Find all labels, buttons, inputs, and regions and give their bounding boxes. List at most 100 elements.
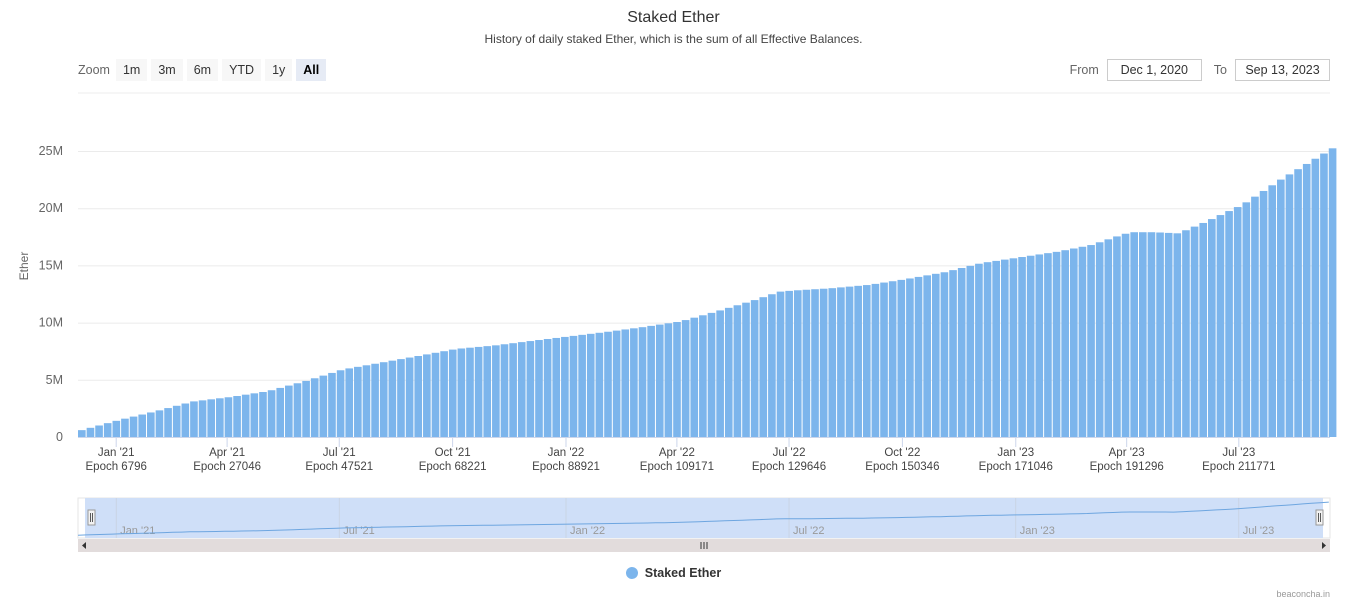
bar[interactable] <box>845 286 854 437</box>
bar[interactable] <box>1311 158 1320 438</box>
bar[interactable] <box>1156 232 1164 437</box>
bar[interactable] <box>526 341 535 437</box>
bar[interactable] <box>871 283 880 437</box>
bar[interactable] <box>837 287 845 437</box>
bar[interactable] <box>1190 226 1199 437</box>
bar[interactable] <box>1320 153 1328 437</box>
bar[interactable] <box>690 317 699 437</box>
bar[interactable] <box>354 366 362 437</box>
bar[interactable] <box>250 393 259 437</box>
bar[interactable] <box>1182 230 1190 437</box>
bar[interactable] <box>733 305 742 437</box>
bar[interactable] <box>492 345 500 437</box>
bar[interactable] <box>828 288 837 437</box>
bar[interactable] <box>431 352 440 437</box>
bar[interactable] <box>259 392 267 437</box>
bar[interactable] <box>276 387 285 437</box>
bar[interactable] <box>233 396 241 437</box>
bar[interactable] <box>397 359 405 437</box>
bar[interactable] <box>1259 190 1268 437</box>
bar[interactable] <box>362 365 371 437</box>
bar[interactable] <box>147 412 155 437</box>
bar[interactable] <box>457 348 466 437</box>
bar[interactable] <box>103 423 112 437</box>
bar[interactable] <box>793 290 802 437</box>
bar[interactable] <box>78 430 86 437</box>
bar[interactable] <box>569 335 578 437</box>
bar[interactable] <box>1052 251 1061 437</box>
bar[interactable] <box>1328 148 1337 437</box>
bar[interactable] <box>854 285 862 437</box>
bar[interactable] <box>612 330 621 437</box>
bar[interactable] <box>112 420 121 437</box>
bar[interactable] <box>241 394 250 437</box>
legend-item[interactable]: Staked Ether <box>0 566 1347 580</box>
bar[interactable] <box>535 340 543 437</box>
bar[interactable] <box>811 289 819 437</box>
bar[interactable] <box>1104 239 1113 437</box>
bar[interactable] <box>931 273 940 437</box>
bar[interactable] <box>95 425 103 437</box>
bar[interactable] <box>155 410 164 437</box>
bar[interactable] <box>742 302 750 437</box>
bar[interactable] <box>500 344 509 437</box>
bar[interactable] <box>949 270 957 437</box>
bar[interactable] <box>336 370 345 437</box>
bar[interactable] <box>1000 259 1009 437</box>
bar[interactable] <box>1173 233 1182 437</box>
bar[interactable] <box>1294 169 1302 438</box>
bar[interactable] <box>405 357 414 437</box>
bar[interactable] <box>906 278 914 437</box>
bar[interactable] <box>897 279 906 437</box>
bar[interactable] <box>1216 215 1225 437</box>
bar[interactable] <box>1044 253 1052 437</box>
bar[interactable] <box>224 397 233 437</box>
bar[interactable] <box>1018 257 1026 437</box>
bar[interactable] <box>388 360 397 437</box>
bar[interactable] <box>655 324 664 437</box>
navigator-selection[interactable] <box>85 498 1323 538</box>
bar[interactable] <box>1277 179 1285 437</box>
bar[interactable] <box>1199 222 1208 437</box>
bar[interactable] <box>940 272 949 437</box>
bar[interactable] <box>1251 196 1259 437</box>
bar[interactable] <box>207 399 216 437</box>
bar[interactable] <box>267 390 276 437</box>
bar[interactable] <box>216 398 224 437</box>
bar[interactable] <box>509 343 517 437</box>
bar[interactable] <box>517 342 526 437</box>
bar[interactable] <box>776 291 785 437</box>
bar[interactable] <box>474 346 483 437</box>
bar[interactable] <box>1233 207 1242 437</box>
bar[interactable] <box>1061 250 1069 437</box>
bar[interactable] <box>1208 219 1216 437</box>
bar[interactable] <box>975 263 983 437</box>
navigator-left-handle[interactable] <box>87 509 96 526</box>
bar[interactable] <box>181 403 190 438</box>
bar[interactable] <box>1087 245 1095 437</box>
bar[interactable] <box>440 351 448 437</box>
bar[interactable] <box>992 260 1000 437</box>
bar[interactable] <box>1285 174 1294 437</box>
bar[interactable] <box>673 322 681 437</box>
bar[interactable] <box>1302 163 1311 437</box>
bar[interactable] <box>1139 232 1147 437</box>
bar[interactable] <box>1242 202 1251 437</box>
bar[interactable] <box>1113 236 1121 437</box>
bar[interactable] <box>1078 246 1087 437</box>
bar[interactable] <box>293 383 302 437</box>
bar[interactable] <box>310 378 319 437</box>
bar[interactable] <box>371 363 379 437</box>
bar[interactable] <box>328 372 336 437</box>
bar[interactable] <box>345 368 354 437</box>
bar[interactable] <box>1164 232 1173 437</box>
bar[interactable] <box>121 418 129 437</box>
bar[interactable] <box>923 275 931 437</box>
bar[interactable] <box>966 265 975 437</box>
bar[interactable] <box>630 328 638 437</box>
bar[interactable] <box>802 289 811 437</box>
bar[interactable] <box>888 281 897 437</box>
bar[interactable] <box>319 375 328 437</box>
credits-link[interactable]: beaconcha.in <box>1276 589 1330 599</box>
bar[interactable] <box>681 320 690 437</box>
